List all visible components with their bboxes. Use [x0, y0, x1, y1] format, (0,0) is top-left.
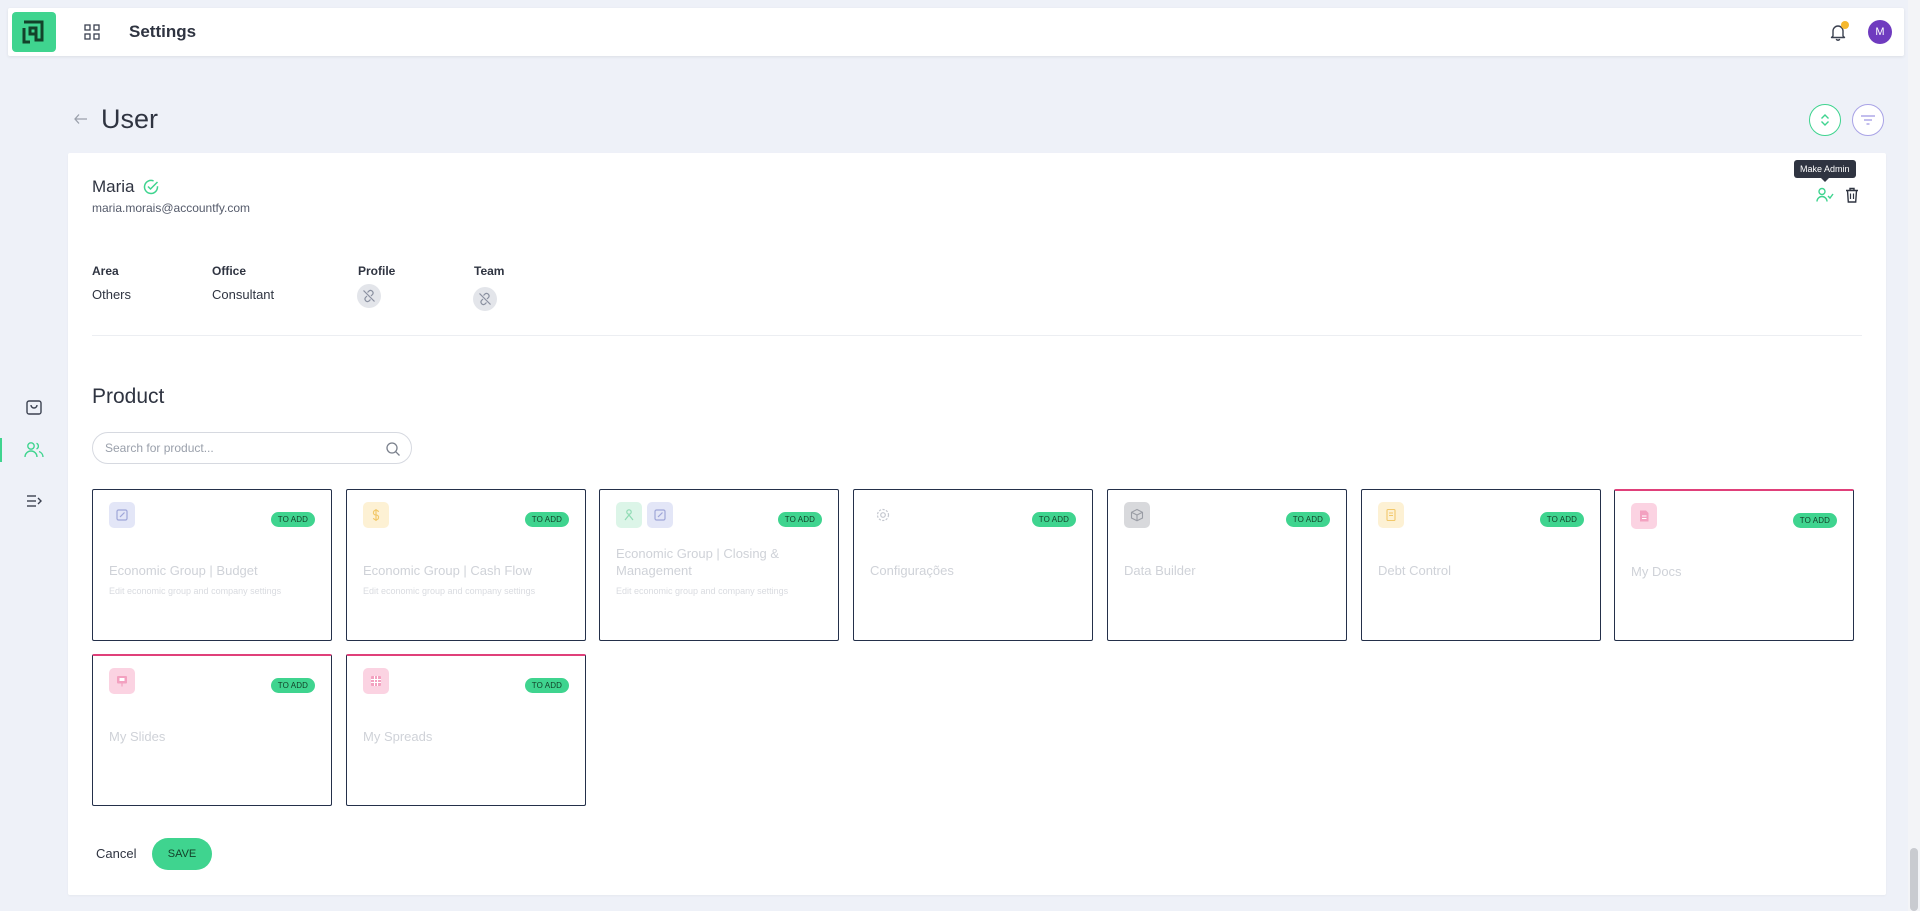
app-logo[interactable] [12, 12, 56, 52]
product-card-my-docs[interactable]: TO ADD My Docs [1614, 489, 1854, 641]
to-add-badge: TO ADD [1031, 512, 1076, 527]
product-card-budget[interactable]: TO ADD Economic Group | Budget Edit econ… [92, 489, 332, 641]
product-card-my-slides[interactable]: TO ADD My Slides [92, 654, 332, 806]
make-admin-tooltip: Make Admin [1794, 160, 1856, 182]
shopping-bag-icon [26, 400, 42, 415]
back-button[interactable] [72, 110, 90, 128]
logo-icon [22, 20, 44, 44]
product-name: Economic Group | Cash Flow [363, 563, 532, 578]
doc-icon [1631, 503, 1657, 529]
product-description: Edit economic group and company settings [109, 586, 282, 596]
notification-dot [1841, 21, 1849, 29]
sort-button[interactable] [1809, 104, 1841, 136]
slides-icon [109, 668, 135, 694]
filter-button[interactable] [1852, 104, 1884, 136]
product-card-debt-control[interactable]: TO ADD Debt Control [1361, 489, 1601, 641]
gear-icon [870, 502, 896, 528]
sidebar-collapse-button[interactable] [22, 489, 46, 513]
edit-icon [647, 502, 673, 528]
user-admin-icon [1816, 187, 1834, 202]
profile-unlinked [357, 284, 381, 308]
sidebar-item-products[interactable] [22, 395, 46, 419]
product-card-cash-flow[interactable]: TO ADD Economic Group | Cash Flow Edit e… [346, 489, 586, 641]
product-name: Configurações [870, 563, 954, 578]
filter-icon [1861, 115, 1875, 125]
product-name: My Slides [109, 729, 166, 744]
sidebar-active-indicator [0, 438, 2, 462]
save-button[interactable]: SAVE [152, 838, 212, 870]
grid-icon [84, 24, 100, 40]
users-icon [616, 502, 642, 528]
verified-check-icon [143, 179, 159, 195]
trash-icon [1846, 187, 1858, 203]
delete-user-button[interactable] [1842, 185, 1862, 205]
sort-icon [1821, 114, 1829, 126]
document-icon [1378, 502, 1404, 528]
product-section-title: Product [92, 385, 165, 408]
link-off-icon [363, 289, 375, 303]
area-value: Others [92, 287, 132, 302]
app-title: Settings [129, 22, 197, 41]
team-unlinked [473, 287, 497, 311]
product-search [92, 432, 412, 464]
to-add-badge: TO ADD [1285, 512, 1330, 527]
to-add-badge: TO ADD [524, 512, 569, 527]
apps-grid-button[interactable] [80, 20, 104, 44]
office-value: Consultant [212, 287, 275, 302]
to-add-badge: TO ADD [777, 512, 822, 527]
notifications-button[interactable] [1826, 20, 1850, 44]
top-bar: Settings M [8, 8, 1904, 56]
menu-expand-icon [27, 495, 42, 507]
product-name: Debt Control [1378, 563, 1451, 578]
user-name: Maria [92, 177, 135, 196]
user-card: Maria maria.morais@accountfy.com Make Ad… [68, 153, 1886, 895]
user-avatar[interactable]: M [1868, 20, 1892, 44]
product-name: My Spreads [363, 729, 433, 744]
divider [92, 335, 1862, 336]
users-icon [24, 442, 44, 458]
page-scrollbar[interactable] [1908, 0, 1920, 911]
team-label: Team [474, 264, 505, 278]
dollar-icon [363, 502, 389, 528]
to-add-badge: TO ADD [524, 678, 569, 693]
product-name: Economic Group | Closing & Management [616, 546, 780, 578]
product-card-closing-management[interactable]: TO ADD Economic Group | Closing & Manage… [599, 489, 839, 641]
profile-label: Profile [358, 264, 396, 278]
to-add-badge: TO ADD [1539, 512, 1584, 527]
product-card-my-spreads[interactable]: TO ADD My Spreads [346, 654, 586, 806]
to-add-badge: TO ADD [1792, 513, 1837, 528]
sidebar-item-users[interactable] [22, 438, 46, 462]
product-card-configuracoes[interactable]: TO ADD Configurações [853, 489, 1093, 641]
product-name: My Docs [1631, 564, 1682, 579]
area-label: Area [92, 264, 119, 278]
office-label: Office [212, 264, 247, 278]
arrow-left-icon [74, 114, 87, 124]
product-name: Economic Group | Budget [109, 563, 258, 578]
product-name: Data Builder [1124, 563, 1196, 578]
cancel-button[interactable]: Cancel [96, 846, 136, 861]
user-email: maria.morais@accountfy.com [92, 201, 251, 215]
product-description: Edit economic group and company settings [363, 586, 536, 596]
product-description: Edit economic group and company settings [616, 586, 789, 596]
edit-icon [109, 502, 135, 528]
product-search-input[interactable] [105, 433, 375, 463]
to-add-badge: TO ADD [270, 678, 315, 693]
make-admin-button[interactable] [1815, 185, 1835, 205]
link-off-icon [479, 292, 491, 306]
grid-icon [363, 668, 389, 694]
box-icon [1124, 502, 1150, 528]
scrollbar-thumb[interactable] [1910, 848, 1918, 911]
page-title: User [101, 104, 159, 134]
to-add-badge: TO ADD [270, 512, 315, 527]
search-icon[interactable] [385, 441, 401, 457]
product-card-data-builder[interactable]: TO ADD Data Builder [1107, 489, 1347, 641]
